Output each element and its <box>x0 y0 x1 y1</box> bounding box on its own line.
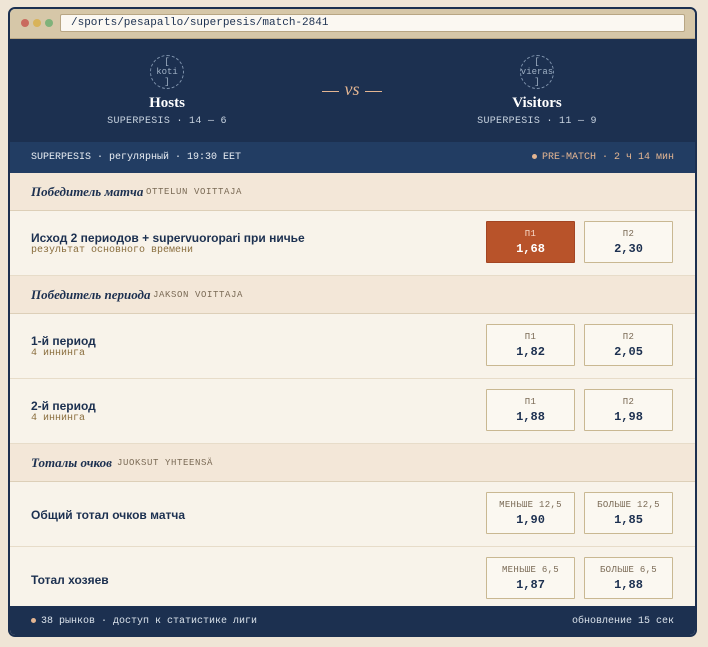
odds-value: 1,82 <box>516 345 545 359</box>
odds-button-p1[interactable]: П1 1,68 <box>486 221 575 263</box>
footer-bar: 38 рынков · доступ к статистике лиги обн… <box>10 606 695 635</box>
section-title: Победитель матча <box>31 184 144 199</box>
odds-label: БОЛЬШЕ 6,5 <box>599 565 657 575</box>
match-status-text: PRE-MATCH · 2 ч 14 мин <box>541 152 674 163</box>
market-desc: 4 иннинга <box>31 413 86 424</box>
match-header: [ koti ] Hosts SUPERPESIS · 14 — 6 vs [ … <box>10 39 695 142</box>
odds-label: П2 <box>622 332 635 342</box>
odds-label: П2 <box>622 229 635 239</box>
odds-label: П1 <box>524 332 537 342</box>
markets-count[interactable]: 38 рынков · доступ к статистике лиги <box>31 616 257 627</box>
odds-label: П2 <box>622 397 635 407</box>
market-desc: 4 иннинга <box>31 348 86 359</box>
odds-button-p2[interactable]: П2 2,30 <box>584 221 673 263</box>
odds-value: 1,68 <box>516 242 545 256</box>
section-subtitle: JAKSON VOITTAJA <box>153 290 244 300</box>
market-name: Общий тотал очков матча <box>31 508 186 522</box>
odds-button-under[interactable]: МЕНЬШЕ 6,5 1,87 <box>486 557 575 599</box>
market-name: 1-й период <box>31 334 96 348</box>
market-name: Тотал хозяев <box>31 573 109 587</box>
market-desc: результат основного времени <box>31 245 194 256</box>
odds-button-over[interactable]: БОЛЬШЕ 12,5 1,85 <box>584 492 673 534</box>
minimize-window-icon[interactable] <box>33 19 41 27</box>
browser-chrome: /sports/pesapallo/superpesis/match-2841 <box>10 9 695 39</box>
section-totals: Тоталы очков JUOKSUT YHTEENSÄ <box>10 444 695 482</box>
markets-count-text: 38 рынков · доступ к статистике лиги <box>41 616 258 627</box>
odds-button-p2[interactable]: П2 1,98 <box>584 389 673 431</box>
market-row: 1-й период 4 иннинга П1 1,82 П2 2,05 <box>10 314 695 379</box>
odds-button-over[interactable]: БОЛЬШЕ 6,5 1,88 <box>584 557 673 599</box>
maximize-window-icon[interactable] <box>45 19 53 27</box>
section-match-winner: Победитель матча OTTELUN VOITTAJA <box>10 173 695 211</box>
odds-button-p1[interactable]: П1 1,82 <box>486 324 575 366</box>
update-timer: обновление 15 сек <box>571 616 674 627</box>
odds-value: 1,90 <box>516 513 545 527</box>
versus-label: vs <box>322 79 382 100</box>
match-status: PRE-MATCH · 2 ч 14 мин <box>531 152 674 163</box>
odds-label: П1 <box>524 229 537 239</box>
away-crest-icon: [ vieras ] <box>520 55 554 89</box>
close-window-icon[interactable] <box>21 19 29 27</box>
match-info-bar: SUPERPESIS · регулярный · 19:30 EET PRE-… <box>10 142 695 173</box>
section-subtitle: OTTELUN VOITTAJA <box>146 187 243 197</box>
market-row: Общий тотал очков матча МЕНЬШЕ 12,5 1,90… <box>10 482 695 547</box>
browser-window: /sports/pesapallo/superpesis/match-2841 … <box>8 7 697 637</box>
odds-value: 1,85 <box>614 513 643 527</box>
address-bar[interactable]: /sports/pesapallo/superpesis/match-2841 <box>60 14 685 32</box>
home-crest-icon: [ koti ] <box>150 55 184 89</box>
odds-label: БОЛЬШЕ 12,5 <box>597 500 660 510</box>
market-name: 2-й период <box>31 399 96 413</box>
section-period-winner: Победитель периода JAKSON VOITTAJA <box>10 276 695 314</box>
status-dot-icon <box>531 153 537 159</box>
market-row: Исход 2 периодов + supervuoropari при ни… <box>10 211 695 276</box>
home-team-name: Hosts <box>149 95 185 111</box>
odds-value: 1,98 <box>614 410 643 424</box>
section-title: Победитель периода <box>31 287 151 302</box>
section-title: Тоталы очков <box>31 455 112 470</box>
away-team: [ vieras ] Visitors SUPERPESIS · 11 — 9 <box>427 55 647 127</box>
odds-value: 2,05 <box>614 345 643 359</box>
odds-button-p1[interactable]: П1 1,88 <box>486 389 575 431</box>
market-name: Исход 2 периодов + supervuoropari при ни… <box>31 231 305 245</box>
market-row: 2-й период 4 иннинга П1 1,88 П2 1,98 <box>10 379 695 444</box>
home-team: [ koti ] Hosts SUPERPESIS · 14 — 6 <box>57 55 277 127</box>
market-row: Тотал хозяев МЕНЬШЕ 6,5 1,87 БОЛЬШЕ 6,5 … <box>10 547 695 612</box>
odds-label: П1 <box>524 397 537 407</box>
odds-value: 2,30 <box>614 242 643 256</box>
odds-value: 1,88 <box>614 578 643 592</box>
odds-value: 1,87 <box>516 578 545 592</box>
odds-button-under[interactable]: МЕНЬШЕ 12,5 1,90 <box>486 492 575 534</box>
section-subtitle: JUOKSUT YHTEENSÄ <box>117 458 214 468</box>
away-team-record: SUPERPESIS · 11 — 9 <box>477 116 597 127</box>
home-team-record: SUPERPESIS · 14 — 6 <box>107 116 227 127</box>
odds-label: МЕНЬШЕ 6,5 <box>501 565 559 575</box>
status-dot-icon <box>31 617 36 623</box>
odds-value: 1,88 <box>516 410 545 424</box>
away-team-name: Visitors <box>512 95 562 111</box>
odds-label: МЕНЬШЕ 12,5 <box>499 500 562 510</box>
match-info: SUPERPESIS · регулярный · 19:30 EET <box>31 152 242 163</box>
odds-button-p2[interactable]: П2 2,05 <box>584 324 673 366</box>
